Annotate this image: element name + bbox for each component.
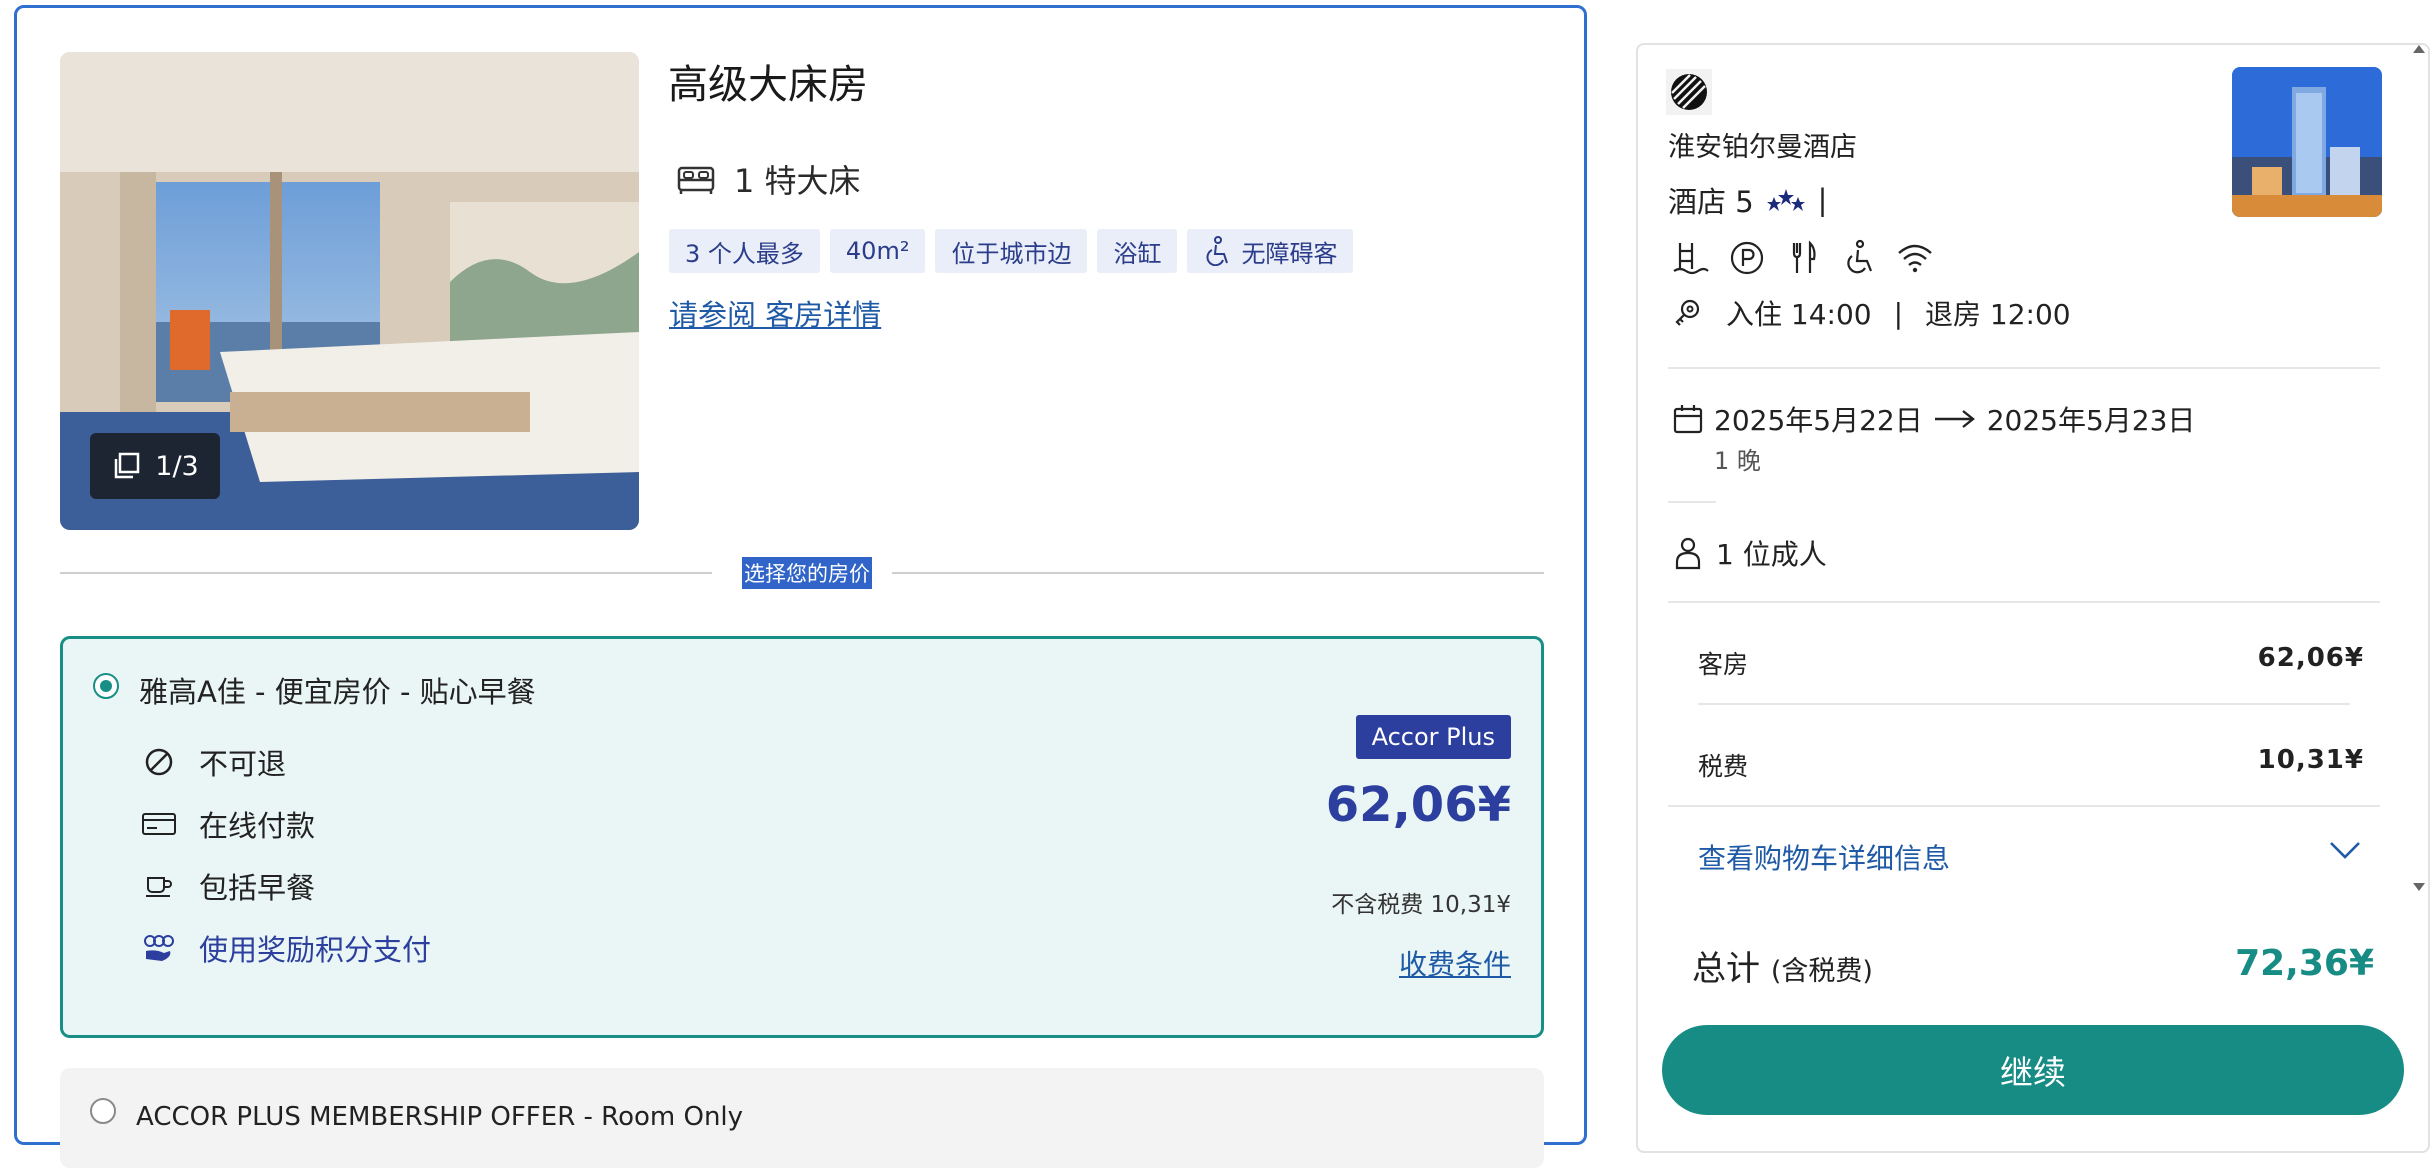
rate-1-tax-note: 不含税费 10,31¥ — [1331, 892, 1511, 918]
gallery-icon — [115, 452, 140, 479]
rate-1-radio[interactable] — [93, 673, 119, 699]
restaurant-icon — [1792, 240, 1816, 273]
amenities-row — [1672, 239, 1934, 277]
photo-counter[interactable]: 1/3 — [90, 433, 220, 499]
checkin-separator: | — [1893, 296, 1904, 330]
date-to: 2025年5月23日 — [1986, 404, 2196, 437]
arrow-right-icon — [1934, 410, 1975, 428]
summary-divider-2 — [1668, 601, 2380, 603]
divider-left — [60, 572, 712, 574]
tag-accessible-label: 无障碍客 — [1241, 239, 1338, 268]
stay-dates-row[interactable]: 2025年5月22日 2025年5月23日 — [1672, 399, 2195, 439]
room-tags: 3 个人最多 40m² 位于城市边 浴缸 无障碍客 — [669, 229, 1354, 273]
stars-icon — [1766, 189, 1805, 211]
feature-breakfast: 包括早餐 — [141, 865, 315, 907]
hotel-brand-logo — [1666, 69, 1712, 115]
rate-option-1[interactable]: 雅高A佳 - 便宜房价 - 贴心早餐 不可退 在线付款 包括早餐 使用奖励积分支… — [60, 636, 1544, 1038]
room-details-link[interactable]: 请参阅 客房详情 — [669, 292, 881, 334]
no-cancel-icon — [145, 748, 173, 776]
scroll-up-arrow-icon[interactable] — [2412, 44, 2426, 54]
room-cost-value: 62,06¥ — [2257, 643, 2364, 673]
date-from: 2025年5月22日 — [1714, 404, 1923, 437]
accor-plus-badge: Accor Plus — [1355, 715, 1511, 759]
bed-info: 1 特大床 — [676, 156, 861, 202]
guests-count: 1 位成人 — [1716, 538, 1827, 571]
hotel-name: 淮安铂尔曼酒店 — [1668, 132, 1857, 163]
summary-divider-1 — [1668, 367, 2380, 369]
bed-label: 1 特大床 — [734, 162, 861, 200]
feature-rewards-points[interactable]: 使用奖励积分支付 — [141, 927, 431, 969]
credit-card-icon — [142, 813, 176, 835]
summary-divider-3 — [1698, 703, 2350, 705]
feature-non-refundable: 不可退 — [141, 741, 286, 783]
tag-capacity: 3 个人最多 — [669, 229, 820, 273]
booking-summary: 淮安铂尔曼酒店 酒店 5 | 入住 14:00 | 退房 12:00 2025年… — [1636, 43, 2430, 1153]
tag-accessible: 无障碍客 — [1187, 229, 1354, 273]
select-rate-label: 选择您的房价 — [742, 557, 872, 589]
feature-label: 不可退 — [199, 747, 287, 781]
tax-cost-label: 税费 — [1698, 752, 1749, 781]
coffee-cup-icon — [146, 877, 172, 897]
chevron-down-icon[interactable] — [2328, 839, 2362, 861]
scroll-down-arrow-icon[interactable] — [2412, 882, 2426, 892]
tag-size: 40m² — [829, 229, 926, 273]
rate-1-name: 雅高A佳 - 便宜房价 - 贴心早餐 — [139, 675, 536, 709]
total-label-text: 总计 — [1692, 949, 1760, 989]
feature-label: 使用奖励积分支付 — [199, 933, 432, 967]
nights-count: 1 晚 — [1714, 447, 1761, 475]
rate-1-conditions-link[interactable]: 收费条件 — [1399, 943, 1511, 983]
accessibility-icon — [1847, 239, 1873, 274]
checkin-checkout-row: 入住 14:00 | 退房 12:00 — [1672, 293, 2071, 333]
wheelchair-icon — [1206, 236, 1229, 266]
hotel-rating: 酒店 5 | — [1668, 179, 1827, 221]
tax-cost-value: 10,31¥ — [2257, 745, 2364, 775]
room-cost-label: 客房 — [1698, 650, 1749, 679]
cart-details-link[interactable]: 查看购物车详细信息 — [1698, 837, 1950, 877]
summary-divider-4 — [1668, 805, 2380, 807]
person-icon — [1675, 537, 1701, 570]
summary-divider-short — [1668, 501, 1716, 503]
divider-right — [892, 572, 1544, 574]
parking-icon — [1730, 241, 1764, 275]
checkin-time: 入住 14:00 — [1726, 298, 1872, 331]
wifi-icon — [1898, 244, 1932, 273]
photo-counter-text: 1/3 — [155, 450, 199, 482]
rate-1-price: 62,06¥ — [1325, 777, 1511, 833]
feature-label: 在线付款 — [199, 809, 316, 843]
calendar-icon — [1673, 405, 1703, 434]
pool-icon — [1673, 243, 1709, 275]
key-icon — [1675, 299, 1700, 326]
rate-2-radio[interactable] — [90, 1098, 116, 1124]
tag-location: 位于城市边 — [935, 229, 1088, 273]
total-label: 总计 (含税费) — [1692, 941, 1873, 990]
rate-option-2[interactable]: ACCOR PLUS MEMBERSHIP OFFER - Room Only — [60, 1068, 1544, 1168]
checkout-time: 退房 12:00 — [1925, 298, 2071, 331]
guests-row[interactable]: 1 位成人 — [1672, 533, 1827, 573]
bed-icon — [677, 166, 715, 194]
total-value: 72,36¥ — [2235, 943, 2374, 984]
feature-label: 包括早餐 — [199, 871, 316, 905]
hotel-rating-text: 酒店 5 — [1668, 185, 1754, 219]
total-label-suffix: (含税费) — [1770, 956, 1873, 987]
tag-bathtub: 浴缸 — [1097, 229, 1178, 273]
hotel-thumbnail[interactable] — [2232, 67, 2382, 217]
hotel-rating-separator: | — [1817, 183, 1828, 217]
rewards-points-icon — [144, 935, 174, 961]
continue-button[interactable]: 继续 — [1662, 1025, 2404, 1115]
feature-online-payment: 在线付款 — [141, 803, 315, 845]
room-title: 高级大床房 — [668, 62, 868, 108]
